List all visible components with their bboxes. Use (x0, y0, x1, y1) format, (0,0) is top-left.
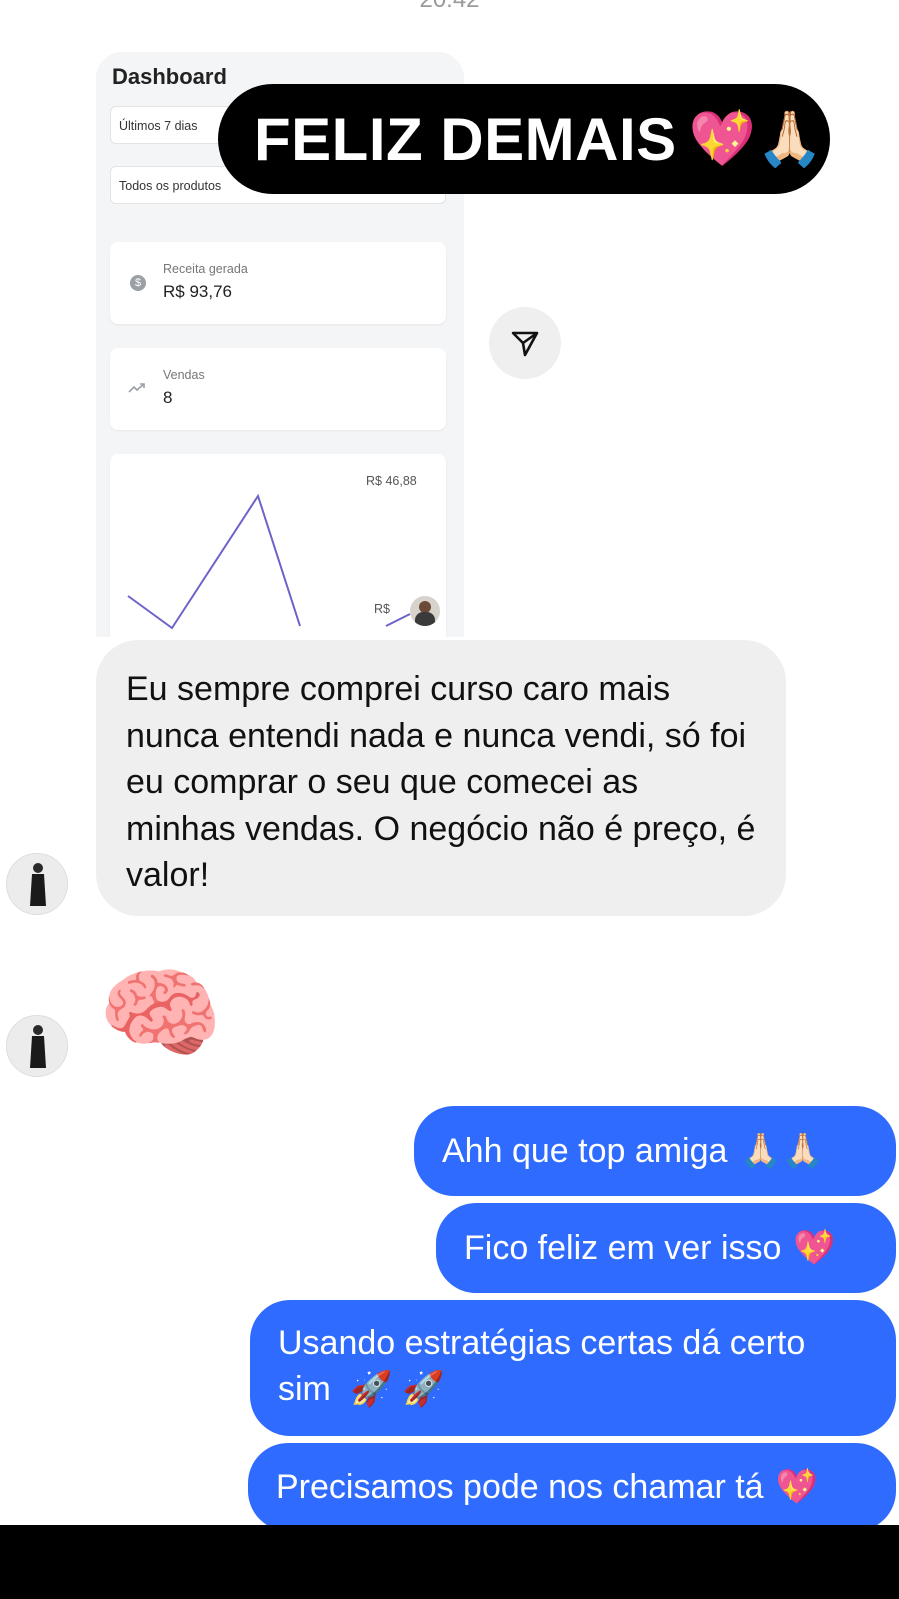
sales-card: Vendas 8 (110, 348, 446, 430)
sticker-text: FELIZ DEMAIS (254, 105, 677, 173)
outgoing-message-2-text: Fico feliz em ver isso (464, 1229, 782, 1267)
heart-pray-emoji: 💖🙏🏻 (688, 108, 825, 169)
outgoing-message-1-text: Ahh que top amiga (442, 1132, 728, 1170)
paper-plane-icon (511, 331, 539, 357)
trend-up-icon (128, 383, 145, 393)
heart-emoji-2: 💖 (775, 1468, 818, 1506)
sales-label: Vendas (163, 368, 205, 382)
revenue-series-line-tail (385, 613, 411, 627)
coin-icon: $ (130, 275, 146, 291)
revenue-value: R$ 93,76 (163, 282, 232, 301)
sales-value: 8 (163, 388, 173, 407)
share-button[interactable] (489, 307, 561, 379)
rocket-emoji: 🚀 🚀 (350, 1370, 445, 1408)
profile-avatar (410, 596, 440, 626)
outgoing-message-4[interactable]: Precisamos pode nos chamar tá 💖 (248, 1443, 896, 1531)
brain-emoji-message[interactable]: 🧠 (98, 954, 223, 1074)
pray-emoji: 🙏🏻🙏🏻 (739, 1132, 825, 1170)
heart-emoji: 💖 (793, 1229, 836, 1267)
revenue-card: $ Receita gerada R$ 93,76 (110, 242, 446, 324)
sender-avatar[interactable] (6, 853, 68, 915)
revenue-label: Receita gerada (163, 262, 248, 276)
person-avatar-icon (7, 854, 67, 914)
dashboard-title: Dashboard (112, 64, 227, 89)
revenue-chart-card: R$ 46,88 R$ (110, 454, 446, 637)
outgoing-message-3-text: Usando estratégias certas dá certo sim 🚀… (278, 1320, 864, 1412)
outgoing-message-4-text: Precisamos pode nos chamar tá (276, 1468, 764, 1506)
outgoing-message-3[interactable]: Usando estratégias certas dá certo sim 🚀… (250, 1300, 896, 1436)
outgoing-message-2[interactable]: Fico feliz em ver isso 💖 (436, 1203, 896, 1293)
revenue-line-chart (127, 493, 411, 630)
outgoing-message-1[interactable]: Ahh que top amiga 🙏🏻🙏🏻 (414, 1106, 896, 1196)
incoming-message-bubble[interactable]: Eu sempre comprei curso caro mais nunca … (96, 640, 786, 916)
person-avatar-icon (7, 1016, 67, 1076)
status-time: 20:42 (0, 0, 899, 14)
feliz-demais-sticker: FELIZ DEMAIS 💖🙏🏻 (218, 84, 830, 194)
revenue-series-line (127, 493, 301, 630)
sender-avatar-2[interactable] (6, 1015, 68, 1077)
bottom-black-bar (0, 1525, 899, 1599)
